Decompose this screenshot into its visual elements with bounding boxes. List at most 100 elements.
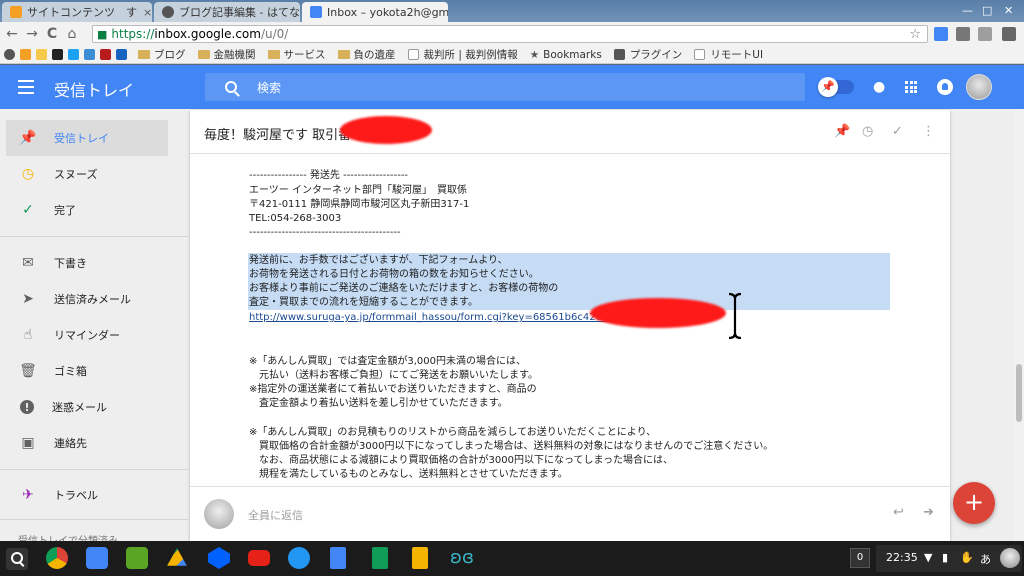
youtube-icon[interactable] <box>248 550 270 566</box>
notifications-icon[interactable] <box>937 79 953 95</box>
snooze-icon[interactable]: ◷ <box>862 124 873 139</box>
url-scheme: https:// <box>111 27 155 41</box>
maximize-icon[interactable]: □ <box>982 4 992 17</box>
minimize-icon[interactable]: — <box>962 4 973 17</box>
sidebar-item-label: 受信トレイ <box>54 132 109 145</box>
sidebar-item-snooze[interactable]: ◷ スヌーズ <box>6 156 168 192</box>
reminder-bulb-icon[interactable]: ● <box>873 79 885 95</box>
pin-icon: 📌 <box>19 130 37 146</box>
sidebar-divider <box>0 519 188 520</box>
scroll-thumb[interactable] <box>1016 364 1022 422</box>
bookmark-favicon-icon[interactable] <box>84 49 95 60</box>
bookmark-favicon-icon[interactable] <box>116 49 127 60</box>
sidebar-item-drafts[interactable]: ✉ 下書き <box>6 245 168 281</box>
compose-button[interactable]: + <box>953 482 995 524</box>
extension-hand-icon[interactable] <box>956 27 970 41</box>
subject-divider <box>190 153 950 154</box>
bookmark-plugins[interactable]: プラグイン <box>613 47 682 62</box>
docs-icon[interactable] <box>330 547 346 569</box>
browser-tab-inbox[interactable]: Inbox – yokota2h@gma × <box>302 2 448 22</box>
bookmark-court-cases[interactable]: 裁判所 | 裁判例情報 <box>407 47 518 62</box>
bookmark-bookmarks[interactable]: ★ Bookmarks <box>530 49 602 61</box>
inbox-app-icon[interactable] <box>86 547 108 569</box>
more-icon[interactable]: ⋮ <box>922 124 935 139</box>
bookmark-remote-ui[interactable]: リモートUI <box>694 47 763 62</box>
twitter-bookmark-icon[interactable] <box>68 49 79 60</box>
chrome-icon[interactable] <box>46 547 68 569</box>
email-line: 査定金額より着払い送料を差し引かせていただきます。 <box>249 398 508 409</box>
reply-all-label[interactable]: 全員に返信 <box>248 507 303 523</box>
window-close-icon[interactable]: ✕ <box>1004 4 1013 17</box>
bookmark-favicon-icon[interactable] <box>100 49 111 60</box>
url-host: inbox.google.com <box>154 27 261 41</box>
bookmark-folder-legacy[interactable]: 負の遺産 <box>337 47 396 62</box>
done-icon[interactable]: ✓ <box>892 124 903 139</box>
sidebar-item-sent[interactable]: ➤ 送信済みメール <box>6 281 168 317</box>
forward-icon[interactable]: ➜ <box>923 505 934 520</box>
sidebar-item-spam[interactable]: ! 迷惑メール <box>6 389 168 425</box>
sidebar-item-label: ゴミ箱 <box>54 365 87 378</box>
sidebar-item-trash[interactable]: 🗑 ゴミ箱 <box>6 353 168 389</box>
sidebar-item-inbox[interactable]: 📌 受信トレイ <box>6 120 168 156</box>
bookmark-favicon-icon[interactable] <box>20 49 31 60</box>
hatena-favicon-icon <box>162 6 174 18</box>
scrollbar[interactable] <box>1014 109 1024 541</box>
folder-icon <box>138 50 150 59</box>
apps-grid-icon[interactable] <box>905 81 917 93</box>
sidebar-item-travel[interactable]: ✈ トラベル <box>6 477 168 513</box>
evernote-icon[interactable] <box>126 547 148 569</box>
reload-icon[interactable]: C <box>42 26 62 42</box>
sidebar-item-done[interactable]: ✓ 完了 <box>6 192 168 228</box>
close-icon[interactable]: × <box>137 6 152 19</box>
forward-icon[interactable]: → <box>22 26 42 42</box>
reply-bar[interactable]: 全員に返信 ↩ ➜ <box>190 486 950 541</box>
pinned-toggle[interactable]: 📌 <box>818 77 854 97</box>
menu-icon[interactable] <box>18 80 34 94</box>
chrome-menu-icon[interactable] <box>1002 27 1016 41</box>
status-tray[interactable]: 22:35 ▼ ▮ ✋ あ <box>876 545 1022 572</box>
launcher-search-icon[interactable] <box>6 548 28 570</box>
home-icon[interactable]: ⌂ <box>62 26 82 42</box>
butterfly-app-icon[interactable]: ʚɞ <box>450 547 474 569</box>
email-line: 規程を満たしているものとみなし、送料無料とさせていただきます。 <box>249 469 568 480</box>
check-icon: ✓ <box>22 202 34 218</box>
address-bar[interactable]: ■ https:// inbox.google.com /u/0/ ☆ <box>92 25 928 43</box>
avatar <box>1000 548 1020 568</box>
info-bookmark-icon[interactable] <box>4 49 15 60</box>
sidebar-item-reminders[interactable]: ☝ リマインダー <box>6 317 168 353</box>
sheets-icon[interactable] <box>372 547 388 569</box>
notification-count[interactable]: 0 <box>850 548 870 568</box>
spam-icon: ! <box>20 400 34 414</box>
bookmark-star-icon[interactable]: ☆ <box>909 27 921 42</box>
bookmarks-bar: ブログ 金融機関 サービス 負の遺産 裁判所 | 裁判例情報 ★ Bookmark… <box>0 46 1024 64</box>
bookmark-folder-services[interactable]: サービス <box>267 47 326 62</box>
bookmark-folder-finance[interactable]: 金融機関 <box>197 47 256 62</box>
url-path: /u/0/ <box>260 27 289 41</box>
slides-icon[interactable] <box>412 547 428 569</box>
search-input[interactable]: 検索 <box>205 73 805 101</box>
files-icon[interactable] <box>288 547 310 569</box>
back-icon[interactable]: ← <box>2 26 22 42</box>
inbox-header: 受信トレイ 検索 📌 ● <box>0 65 1024 109</box>
email-line: ※「あんしん買取」では査定金額が3,000円未満の場合には、 <box>249 356 527 367</box>
pin-icon[interactable]: 📌 <box>834 124 850 139</box>
sidebar-item-label: 下書き <box>54 257 87 270</box>
reply-icon[interactable]: ↩ <box>893 505 904 520</box>
contacts-icon: ▣ <box>21 435 35 451</box>
extension-gear-icon[interactable] <box>978 27 992 41</box>
bookmark-favicon-icon[interactable] <box>36 49 47 60</box>
account-avatar[interactable] <box>966 74 992 100</box>
search-placeholder: 検索 <box>257 80 282 95</box>
sidebar-item-contacts[interactable]: ▣ 連絡先 <box>6 425 168 461</box>
dropbox-icon[interactable] <box>208 547 230 569</box>
folder-icon <box>267 50 280 59</box>
browser-tab-site-contents[interactable]: サイトコンテンツ す × <box>2 2 152 22</box>
amazon-bookmark-icon[interactable] <box>52 49 63 60</box>
trash-icon: 🗑 <box>19 363 37 379</box>
drive-icon[interactable] <box>167 548 187 566</box>
browser-toolbar: ← → C ⌂ ■ https:// inbox.google.com /u/0… <box>0 22 1024 46</box>
extension-chat-icon[interactable] <box>934 27 948 41</box>
browser-tab-blog-edit[interactable]: ブログ記事編集 - はてな × <box>154 2 300 22</box>
bookmark-folder-blog[interactable]: ブログ <box>138 47 186 62</box>
clock-icon: ◷ <box>21 166 35 182</box>
